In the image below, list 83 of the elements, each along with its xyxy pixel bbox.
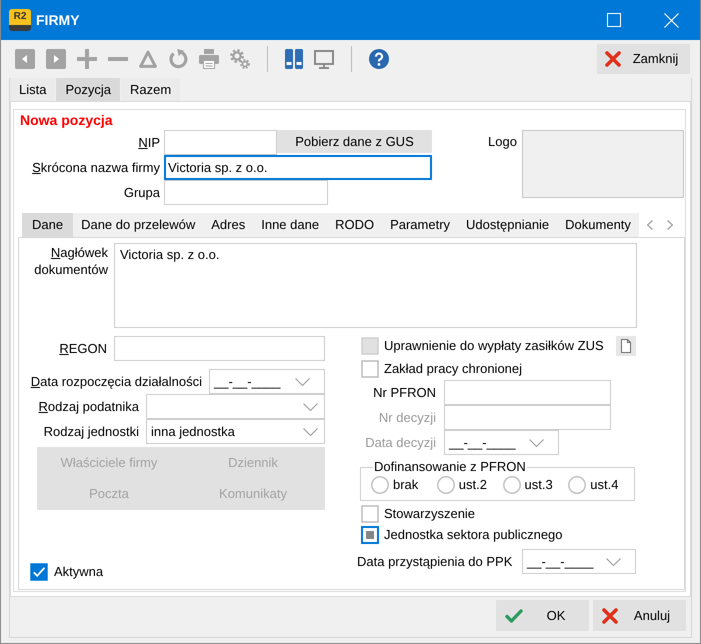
field-label: Data rozpoczęcia działalności	[30, 374, 202, 390]
radio-button[interactable]	[568, 476, 586, 494]
tab[interactable]: Dane do przelewów	[73, 213, 204, 237]
field-label: Skrócona nazwa firmy	[31, 160, 160, 176]
cross-icon	[602, 608, 618, 624]
chevron-down-icon	[303, 402, 318, 410]
field-label: Data przystąpienia do PPK	[357, 554, 514, 570]
checkbox[interactable]	[361, 504, 379, 522]
group-title: Dofinansowanie z PFRON	[373, 459, 527, 474]
text-field[interactable]	[444, 380, 611, 405]
dropdown-field[interactable]	[146, 394, 325, 419]
tab[interactable]: Parametry	[382, 213, 458, 237]
close-icon[interactable]	[664, 12, 679, 28]
chevron-down-icon	[295, 378, 310, 386]
previous-icon[interactable]	[15, 49, 35, 69]
window-title: FIRMY	[36, 12, 80, 28]
field-label: Rodzaj podatnika	[38, 398, 139, 414]
text-field[interactable]	[164, 180, 328, 205]
tab[interactable]: Dokumenty	[557, 213, 639, 237]
help-icon[interactable]	[369, 49, 389, 69]
field-label: Nagłówek dokumentów	[33, 244, 108, 278]
field-label: REGON	[58, 340, 107, 356]
radio-button[interactable]	[502, 476, 520, 494]
gears-icon[interactable]	[230, 49, 250, 69]
radio-label: brak	[393, 477, 418, 493]
chevron-down-icon	[529, 438, 544, 446]
field-label: Grupa	[122, 184, 160, 200]
form-heading: Nowa pozycja	[19, 111, 114, 130]
checkbox-label: Stowarzyszenie	[384, 506, 476, 522]
maximize-icon[interactable]	[607, 13, 621, 27]
tab[interactable]: Lista	[10, 78, 56, 101]
tab[interactable]: Udostępnianie	[458, 213, 558, 237]
next-icon[interactable]	[46, 49, 66, 69]
fetch-button[interactable]: Pobierz dane z GUS	[277, 130, 432, 153]
checkbox-label: Aktywna	[54, 564, 104, 580]
tab[interactable]: Adres	[203, 213, 254, 237]
date-field[interactable]: __-__-____	[209, 369, 325, 394]
close-icon	[605, 51, 621, 67]
monitor-icon[interactable]	[314, 50, 334, 68]
chevron-left-icon[interactable]	[647, 220, 653, 230]
checkbox[interactable]	[361, 360, 379, 378]
checkbox-label: Zakład pracy chronionej	[384, 360, 522, 376]
cancel-button[interactable]: Anuluj	[593, 600, 686, 631]
logo-frame[interactable]	[522, 130, 684, 198]
check-icon	[505, 608, 523, 622]
dropdown-field[interactable]: inna jednostka	[146, 419, 325, 444]
field-label: Nr PFRON	[372, 384, 436, 400]
chevron-down-icon	[303, 428, 318, 436]
tab[interactable]: Razem	[121, 78, 180, 101]
text-area[interactable]: Victoria sp. z o.o.	[114, 243, 637, 328]
app-logo: R2	[9, 9, 31, 31]
checkbox[interactable]	[30, 563, 48, 581]
checkbox[interactable]	[361, 526, 379, 544]
tab[interactable]: Dane	[22, 213, 74, 237]
triangle-icon[interactable]	[139, 50, 157, 68]
field-label: Nr decyzji	[378, 410, 436, 426]
field-label: Rodzaj jednostki	[42, 424, 139, 440]
radio-button[interactable]	[436, 476, 455, 494]
field-label: Data decyzji	[364, 434, 436, 450]
tab[interactable]: Pozycja	[56, 78, 120, 101]
text-field[interactable]	[114, 336, 325, 361]
chevron-down-icon	[606, 558, 621, 566]
text-field[interactable]	[164, 130, 277, 155]
tab[interactable]: Inne dane	[253, 213, 328, 237]
close-button[interactable]: Zamknij	[597, 44, 690, 74]
radio-label: ust.2	[458, 477, 487, 493]
binders-icon[interactable]	[285, 49, 303, 69]
field-label: Logo	[488, 133, 517, 150]
radio-label: ust.4	[590, 477, 618, 493]
date-field[interactable]: __-__-____	[522, 549, 636, 574]
text-field[interactable]	[444, 405, 611, 430]
checkbox-label: Jednostka sektora publicznego	[384, 526, 563, 542]
refresh-icon[interactable]	[168, 49, 188, 69]
printer-icon[interactable]	[199, 49, 219, 69]
chevron-right-icon[interactable]	[667, 220, 673, 230]
plus-icon[interactable]	[77, 49, 97, 69]
radio-label: ust.3	[524, 477, 553, 493]
tab[interactable]: RODO	[327, 213, 382, 237]
field-label: NIP	[137, 134, 160, 150]
ok-button[interactable]: OK	[496, 600, 589, 631]
checkbox-label: Uprawnienie do wypłaty zasiłków ZUS	[384, 338, 604, 354]
text-field[interactable]: Victoria sp. z o.o.	[164, 155, 432, 180]
radio-button[interactable]	[371, 476, 389, 494]
